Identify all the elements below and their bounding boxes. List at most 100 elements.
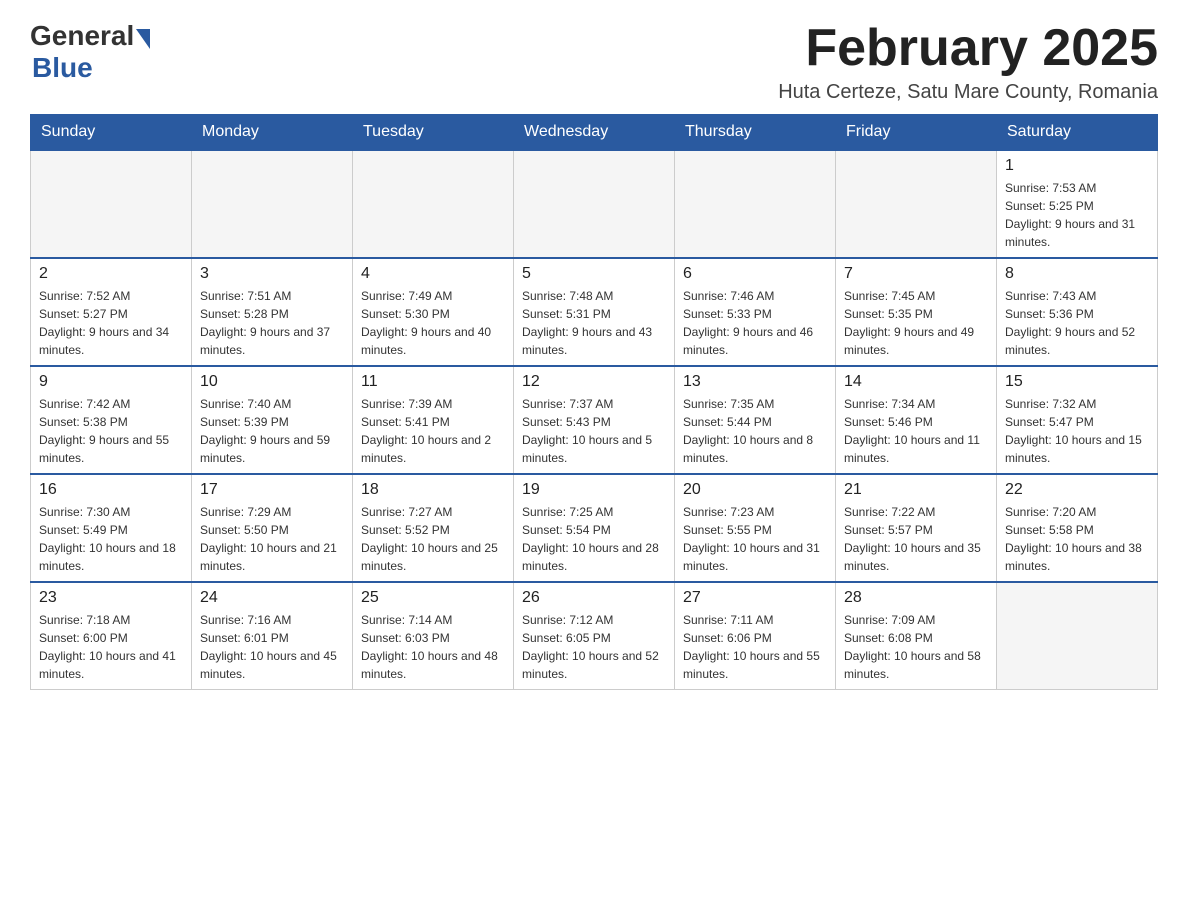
logo: General Blue: [30, 20, 150, 84]
weekday-header-thursday: Thursday: [675, 115, 836, 151]
calendar-cell: 23 Sunrise: 7:18 AMSunset: 6:00 PMDayligh…: [31, 582, 192, 690]
day-number: 27: [683, 589, 827, 607]
calendar-cell: [836, 150, 997, 258]
calendar-cell: 1Sunrise: 7:53 AMSunset: 5:25 PMDaylight…: [997, 150, 1158, 258]
calendar-cell: [514, 150, 675, 258]
calendar-cell: 24 Sunrise: 7:16 AMSunset: 6:01 PMDayligh…: [192, 582, 353, 690]
calendar-cell: [675, 150, 836, 258]
weekday-header-row: SundayMondayTuesdayWednesdayThursdayFrid…: [31, 115, 1158, 151]
day-info: Sunrise: 7:16 AMSunset: 6:01 PMDaylight:…: [200, 611, 344, 683]
logo-general-text: General: [30, 20, 134, 52]
day-info: Sunrise: 7:22 AMSunset: 5:57 PMDaylight:…: [844, 503, 988, 575]
calendar-cell: 4 Sunrise: 7:49 AMSunset: 5:30 PMDaylight…: [353, 258, 514, 366]
day-number: 28: [844, 589, 988, 607]
day-number: 15: [1005, 373, 1149, 391]
day-number: 22: [1005, 481, 1149, 499]
day-info: Sunrise: 7:52 AMSunset: 5:27 PMDaylight:…: [39, 287, 183, 359]
day-info: Sunrise: 7:51 AMSunset: 5:28 PMDaylight:…: [200, 287, 344, 359]
day-info: Sunrise: 7:40 AMSunset: 5:39 PMDaylight:…: [200, 395, 344, 467]
calendar-week-row: 2Sunrise: 7:52 AMSunset: 5:27 PMDaylight…: [31, 258, 1158, 366]
calendar-week-row: 16Sunrise: 7:30 AMSunset: 5:49 PMDayligh…: [31, 474, 1158, 582]
calendar-cell: 10 Sunrise: 7:40 AMSunset: 5:39 PMDayligh…: [192, 366, 353, 474]
weekday-header-monday: Monday: [192, 115, 353, 151]
calendar-cell: 14 Sunrise: 7:34 AMSunset: 5:46 PMDayligh…: [836, 366, 997, 474]
calendar-cell: 6 Sunrise: 7:46 AMSunset: 5:33 PMDaylight…: [675, 258, 836, 366]
logo-arrow-icon: [136, 29, 150, 49]
calendar-cell: 5 Sunrise: 7:48 AMSunset: 5:31 PMDaylight…: [514, 258, 675, 366]
day-number: 25: [361, 589, 505, 607]
day-info: Sunrise: 7:48 AMSunset: 5:31 PMDaylight:…: [522, 287, 666, 359]
day-info: Sunrise: 7:27 AMSunset: 5:52 PMDaylight:…: [361, 503, 505, 575]
day-info: Sunrise: 7:12 AMSunset: 6:05 PMDaylight:…: [522, 611, 666, 683]
day-number: 7: [844, 265, 988, 283]
day-number: 8: [1005, 265, 1149, 283]
day-number: 3: [200, 265, 344, 283]
day-number: 9: [39, 373, 183, 391]
day-info: Sunrise: 7:37 AMSunset: 5:43 PMDaylight:…: [522, 395, 666, 467]
day-number: 5: [522, 265, 666, 283]
calendar-cell: 27 Sunrise: 7:11 AMSunset: 6:06 PMDayligh…: [675, 582, 836, 690]
day-info: Sunrise: 7:29 AMSunset: 5:50 PMDaylight:…: [200, 503, 344, 575]
calendar-cell: 26Sunrise: 7:12 AMSunset: 6:05 PMDayligh…: [514, 582, 675, 690]
day-info: Sunrise: 7:09 AMSunset: 6:08 PMDaylight:…: [844, 611, 988, 683]
day-number: 14: [844, 373, 988, 391]
calendar-cell: 15 Sunrise: 7:32 AMSunset: 5:47 PMDayligh…: [997, 366, 1158, 474]
day-info: Sunrise: 7:30 AMSunset: 5:49 PMDaylight:…: [39, 503, 183, 575]
day-info: Sunrise: 7:18 AMSunset: 6:00 PMDaylight:…: [39, 611, 183, 683]
weekday-header-friday: Friday: [836, 115, 997, 151]
day-info: Sunrise: 7:34 AMSunset: 5:46 PMDaylight:…: [844, 395, 988, 467]
day-number: 4: [361, 265, 505, 283]
weekday-header-sunday: Sunday: [31, 115, 192, 151]
calendar-title: February 2025: [778, 20, 1158, 77]
day-number: 24: [200, 589, 344, 607]
calendar-cell: 11 Sunrise: 7:39 AMSunset: 5:41 PMDayligh…: [353, 366, 514, 474]
weekday-header-wednesday: Wednesday: [514, 115, 675, 151]
day-info: Sunrise: 7:32 AMSunset: 5:47 PMDaylight:…: [1005, 395, 1149, 467]
calendar-cell: [997, 582, 1158, 690]
day-number: 21: [844, 481, 988, 499]
calendar-cell: 3 Sunrise: 7:51 AMSunset: 5:28 PMDaylight…: [192, 258, 353, 366]
day-info: Sunrise: 7:46 AMSunset: 5:33 PMDaylight:…: [683, 287, 827, 359]
day-info: Sunrise: 7:39 AMSunset: 5:41 PMDaylight:…: [361, 395, 505, 467]
day-info: Sunrise: 7:14 AMSunset: 6:03 PMDaylight:…: [361, 611, 505, 683]
day-number: 23: [39, 589, 183, 607]
day-info: Sunrise: 7:49 AMSunset: 5:30 PMDaylight:…: [361, 287, 505, 359]
day-info: Sunrise: 7:53 AMSunset: 5:25 PMDaylight:…: [1005, 179, 1149, 251]
calendar-cell: 16Sunrise: 7:30 AMSunset: 5:49 PMDayligh…: [31, 474, 192, 582]
day-info: Sunrise: 7:43 AMSunset: 5:36 PMDaylight:…: [1005, 287, 1149, 359]
weekday-header-tuesday: Tuesday: [353, 115, 514, 151]
day-number: 11: [361, 373, 505, 391]
calendar-cell: 13 Sunrise: 7:35 AMSunset: 5:44 PMDayligh…: [675, 366, 836, 474]
calendar-table: SundayMondayTuesdayWednesdayThursdayFrid…: [30, 114, 1158, 690]
day-number: 12: [522, 373, 666, 391]
calendar-week-row: 1Sunrise: 7:53 AMSunset: 5:25 PMDaylight…: [31, 150, 1158, 258]
day-info: Sunrise: 7:42 AMSunset: 5:38 PMDaylight:…: [39, 395, 183, 467]
calendar-cell: 2Sunrise: 7:52 AMSunset: 5:27 PMDaylight…: [31, 258, 192, 366]
calendar-cell: 17 Sunrise: 7:29 AMSunset: 5:50 PMDayligh…: [192, 474, 353, 582]
calendar-cell: 22 Sunrise: 7:20 AMSunset: 5:58 PMDayligh…: [997, 474, 1158, 582]
day-number: 6: [683, 265, 827, 283]
calendar-cell: 19Sunrise: 7:25 AMSunset: 5:54 PMDayligh…: [514, 474, 675, 582]
calendar-cell: 9 Sunrise: 7:42 AMSunset: 5:38 PMDaylight…: [31, 366, 192, 474]
calendar-cell: 21 Sunrise: 7:22 AMSunset: 5:57 PMDayligh…: [836, 474, 997, 582]
day-info: Sunrise: 7:45 AMSunset: 5:35 PMDaylight:…: [844, 287, 988, 359]
day-number: 20: [683, 481, 827, 499]
calendar-cell: 25 Sunrise: 7:14 AMSunset: 6:03 PMDayligh…: [353, 582, 514, 690]
day-info: Sunrise: 7:23 AMSunset: 5:55 PMDaylight:…: [683, 503, 827, 575]
day-info: Sunrise: 7:35 AMSunset: 5:44 PMDaylight:…: [683, 395, 827, 467]
logo-blue-text: Blue: [32, 52, 93, 84]
calendar-cell: [31, 150, 192, 258]
day-info: Sunrise: 7:20 AMSunset: 5:58 PMDaylight:…: [1005, 503, 1149, 575]
calendar-cell: [192, 150, 353, 258]
day-info: Sunrise: 7:25 AMSunset: 5:54 PMDaylight:…: [522, 503, 666, 575]
calendar-cell: [353, 150, 514, 258]
calendar-week-row: 9 Sunrise: 7:42 AMSunset: 5:38 PMDaylight…: [31, 366, 1158, 474]
title-section: February 2025 Huta Certeze, Satu Mare Co…: [778, 20, 1158, 104]
calendar-cell: 8 Sunrise: 7:43 AMSunset: 5:36 PMDaylight…: [997, 258, 1158, 366]
calendar-subtitle: Huta Certeze, Satu Mare County, Romania: [778, 81, 1158, 104]
day-number: 13: [683, 373, 827, 391]
day-number: 10: [200, 373, 344, 391]
weekday-header-saturday: Saturday: [997, 115, 1158, 151]
day-info: Sunrise: 7:11 AMSunset: 6:06 PMDaylight:…: [683, 611, 827, 683]
day-number: 17: [200, 481, 344, 499]
